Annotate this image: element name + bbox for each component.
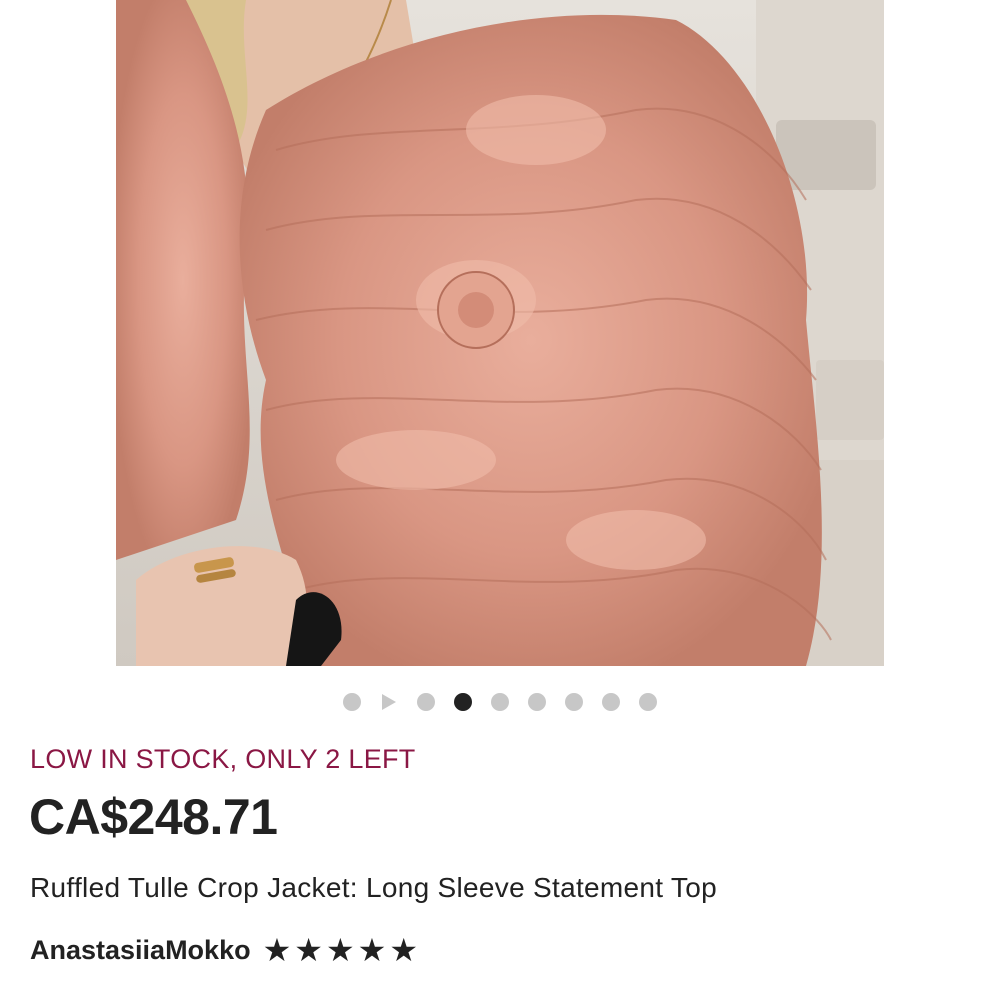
seller-name-link[interactable]: AnastasiiaMokko xyxy=(30,935,251,966)
carousel-dot[interactable] xyxy=(528,693,546,711)
carousel-dot[interactable] xyxy=(417,693,435,711)
product-price: CA$248.71 xyxy=(29,789,278,845)
star-icon: ★ xyxy=(357,932,387,968)
star-icon: ★ xyxy=(389,932,419,968)
image-carousel-indicators xyxy=(0,690,1000,714)
stock-notice: LOW IN STOCK, ONLY 2 LEFT xyxy=(30,744,416,774)
carousel-dot[interactable] xyxy=(343,693,361,711)
product-title: Ruffled Tulle Crop Jacket: Long Sleeve S… xyxy=(30,872,717,903)
seller-rating-row: AnastasiiaMokko ★ ★ ★ ★ ★ xyxy=(30,932,418,968)
carousel-dot-active[interactable] xyxy=(454,693,472,711)
carousel-dot[interactable] xyxy=(565,693,583,711)
product-image[interactable] xyxy=(116,0,884,666)
rating-stars[interactable]: ★ ★ ★ ★ ★ xyxy=(263,934,418,966)
star-icon: ★ xyxy=(325,932,355,968)
star-icon: ★ xyxy=(294,932,323,968)
carousel-dot[interactable] xyxy=(639,693,657,711)
carousel-dot[interactable] xyxy=(491,693,509,711)
product-photo-illustration xyxy=(116,0,884,666)
star-icon: ★ xyxy=(262,932,292,968)
carousel-dot[interactable] xyxy=(602,693,620,711)
play-icon[interactable] xyxy=(380,693,398,711)
